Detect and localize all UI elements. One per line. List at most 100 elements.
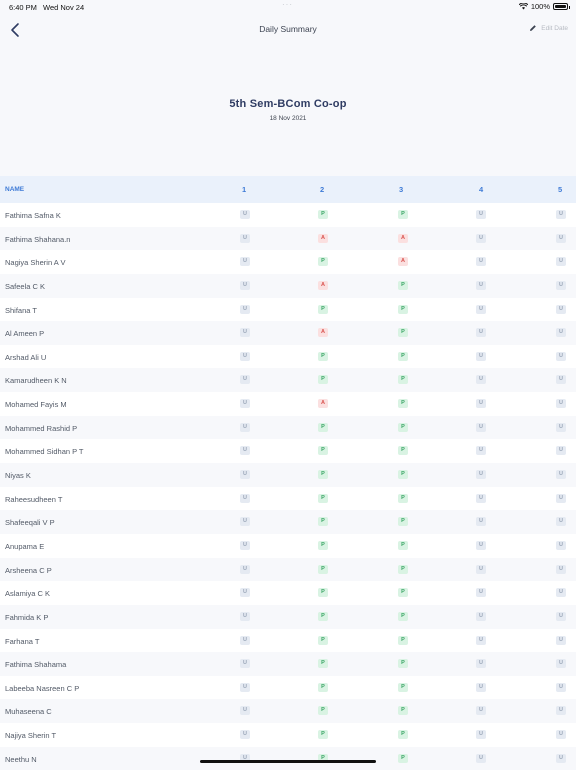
attendance-badge-period-4[interactable]: U bbox=[476, 233, 486, 243]
attendance-badge-period-4[interactable]: U bbox=[476, 588, 486, 598]
attendance-badge-period-4[interactable]: U bbox=[476, 351, 486, 361]
table-row[interactable]: Kamarudheen K N U P P U U bbox=[0, 368, 576, 393]
attendance-badge-period-5[interactable]: U bbox=[556, 470, 566, 480]
attendance-badge-period-1[interactable]: U bbox=[240, 540, 250, 550]
attendance-badge-period-1[interactable]: U bbox=[240, 375, 250, 385]
attendance-badge-period-5[interactable]: U bbox=[556, 280, 566, 290]
attendance-badge-period-3[interactable]: P bbox=[398, 446, 408, 456]
attendance-badge-period-2[interactable]: A bbox=[318, 328, 328, 338]
attendance-badge-period-1[interactable]: U bbox=[240, 470, 250, 480]
attendance-badge-period-4[interactable]: U bbox=[476, 257, 486, 267]
table-row[interactable]: Fahmida K P U P P U U bbox=[0, 604, 576, 629]
table-row[interactable]: Shifana T U P P U U bbox=[0, 298, 576, 322]
attendance-badge-period-1[interactable]: U bbox=[240, 706, 250, 716]
attendance-badge-period-3[interactable]: P bbox=[398, 304, 408, 314]
attendance-badge-period-2[interactable]: P bbox=[318, 493, 328, 503]
attendance-badge-period-3[interactable]: P bbox=[398, 753, 408, 763]
attendance-badge-period-4[interactable]: U bbox=[476, 375, 486, 385]
attendance-badge-period-5[interactable]: U bbox=[556, 493, 566, 503]
attendance-badge-period-3[interactable]: P bbox=[398, 493, 408, 503]
attendance-badge-period-4[interactable]: U bbox=[476, 280, 486, 290]
table-row[interactable]: Farhana T U P P U U bbox=[0, 629, 576, 653]
attendance-badge-period-5[interactable]: U bbox=[556, 446, 566, 456]
attendance-badge-period-2[interactable]: P bbox=[318, 470, 328, 480]
table-row[interactable]: Mohamed Fayis M U A P U U bbox=[0, 392, 576, 416]
attendance-badge-period-3[interactable]: P bbox=[398, 470, 408, 480]
multitasking-dots-icon[interactable]: ··· bbox=[282, 0, 293, 9]
attendance-badge-period-5[interactable]: U bbox=[556, 422, 566, 432]
attendance-badge-period-1[interactable]: U bbox=[240, 328, 250, 338]
attendance-badge-period-1[interactable]: U bbox=[240, 517, 250, 527]
attendance-badge-period-4[interactable]: U bbox=[476, 611, 486, 621]
attendance-badge-period-3[interactable]: P bbox=[398, 659, 408, 669]
table-row[interactable]: Aslamiya C K U P P U U bbox=[0, 581, 576, 605]
attendance-badge-period-2[interactable]: P bbox=[318, 635, 328, 645]
attendance-badge-period-2[interactable]: P bbox=[318, 682, 328, 692]
attendance-badge-period-3[interactable]: P bbox=[398, 210, 408, 219]
table-row[interactable]: Muhaseena C U P P U U bbox=[0, 699, 576, 724]
attendance-badge-period-5[interactable]: U bbox=[556, 659, 566, 669]
attendance-badge-period-1[interactable]: U bbox=[240, 635, 250, 645]
attendance-badge-period-3[interactable]: P bbox=[398, 611, 408, 621]
table-row[interactable]: Fathima Shahana.n U A A U U bbox=[0, 226, 576, 251]
attendance-list[interactable]: Fathima Safna K U P P U U Fathima Shahana.n U A A… bbox=[0, 203, 576, 770]
attendance-badge-period-5[interactable]: U bbox=[556, 611, 566, 621]
table-row[interactable]: Neethu NUPPUU bbox=[0, 746, 576, 770]
attendance-badge-period-5[interactable]: U bbox=[556, 706, 566, 716]
attendance-badge-period-4[interactable]: U bbox=[476, 659, 486, 669]
attendance-badge-period-5[interactable]: U bbox=[556, 210, 566, 219]
attendance-badge-period-2[interactable]: A bbox=[318, 399, 328, 409]
attendance-badge-period-3[interactable]: P bbox=[398, 399, 408, 409]
attendance-badge-period-3[interactable]: P bbox=[398, 280, 408, 290]
attendance-badge-period-3[interactable]: P bbox=[398, 540, 408, 550]
attendance-badge-period-3[interactable]: P bbox=[398, 422, 408, 432]
attendance-badge-period-4[interactable]: U bbox=[476, 399, 486, 409]
attendance-badge-period-3[interactable]: P bbox=[398, 517, 408, 527]
attendance-badge-period-1[interactable]: U bbox=[240, 257, 250, 267]
attendance-badge-period-1[interactable]: U bbox=[240, 659, 250, 669]
attendance-badge-period-3[interactable]: P bbox=[398, 635, 408, 645]
attendance-badge-period-3[interactable]: P bbox=[398, 351, 408, 361]
attendance-badge-period-5[interactable]: U bbox=[556, 351, 566, 361]
attendance-badge-period-3[interactable]: P bbox=[398, 588, 408, 598]
attendance-badge-period-4[interactable]: U bbox=[476, 517, 486, 527]
table-row[interactable]: Nagiya Sherin A V U P A U U bbox=[0, 250, 576, 274]
attendance-badge-period-5[interactable]: U bbox=[556, 753, 566, 763]
attendance-badge-period-5[interactable]: U bbox=[556, 540, 566, 550]
attendance-badge-period-5[interactable]: U bbox=[556, 304, 566, 314]
attendance-badge-period-1[interactable]: U bbox=[240, 446, 250, 456]
attendance-badge-period-1[interactable]: U bbox=[240, 422, 250, 432]
attendance-badge-period-4[interactable]: U bbox=[476, 564, 486, 574]
attendance-badge-period-3[interactable]: P bbox=[398, 328, 408, 338]
attendance-badge-period-4[interactable]: U bbox=[476, 328, 486, 338]
attendance-badge-period-5[interactable]: U bbox=[556, 257, 566, 267]
attendance-badge-period-1[interactable]: U bbox=[240, 304, 250, 314]
attendance-badge-period-3[interactable]: P bbox=[398, 682, 408, 692]
attendance-badge-period-2[interactable]: P bbox=[318, 540, 328, 550]
attendance-badge-period-4[interactable]: U bbox=[476, 730, 486, 740]
attendance-badge-period-5[interactable]: U bbox=[556, 730, 566, 740]
table-row[interactable]: Raheesudheen T U P P U U bbox=[0, 487, 576, 511]
attendance-badge-period-1[interactable]: U bbox=[240, 682, 250, 692]
attendance-badge-period-2[interactable]: P bbox=[318, 588, 328, 598]
attendance-badge-period-3[interactable]: P bbox=[398, 730, 408, 740]
table-row[interactable]: Mohammed Rashid P U P P U U bbox=[0, 415, 576, 440]
attendance-badge-period-4[interactable]: U bbox=[476, 706, 486, 716]
table-row[interactable]: Mohammed Sidhan P T U P P U U bbox=[0, 439, 576, 463]
attendance-badge-period-5[interactable]: U bbox=[556, 635, 566, 645]
attendance-badge-period-1[interactable]: U bbox=[240, 233, 250, 243]
attendance-badge-period-4[interactable]: U bbox=[476, 635, 486, 645]
attendance-badge-period-4[interactable]: U bbox=[476, 493, 486, 503]
attendance-badge-period-5[interactable]: U bbox=[556, 682, 566, 692]
table-row[interactable]: Al Ameen P U A P U U bbox=[0, 321, 576, 345]
attendance-badge-period-3[interactable]: A bbox=[398, 233, 408, 243]
attendance-badge-period-1[interactable]: U bbox=[240, 493, 250, 503]
attendance-badge-period-4[interactable]: U bbox=[476, 470, 486, 480]
attendance-badge-period-1[interactable]: U bbox=[240, 564, 250, 574]
attendance-badge-period-5[interactable]: U bbox=[556, 517, 566, 527]
attendance-badge-period-2[interactable]: P bbox=[318, 446, 328, 456]
attendance-badge-period-2[interactable]: P bbox=[318, 422, 328, 432]
table-row[interactable]: Arshad Ali U U P P U U bbox=[0, 345, 576, 369]
attendance-badge-period-4[interactable]: U bbox=[476, 422, 486, 432]
attendance-badge-period-2[interactable]: P bbox=[318, 564, 328, 574]
